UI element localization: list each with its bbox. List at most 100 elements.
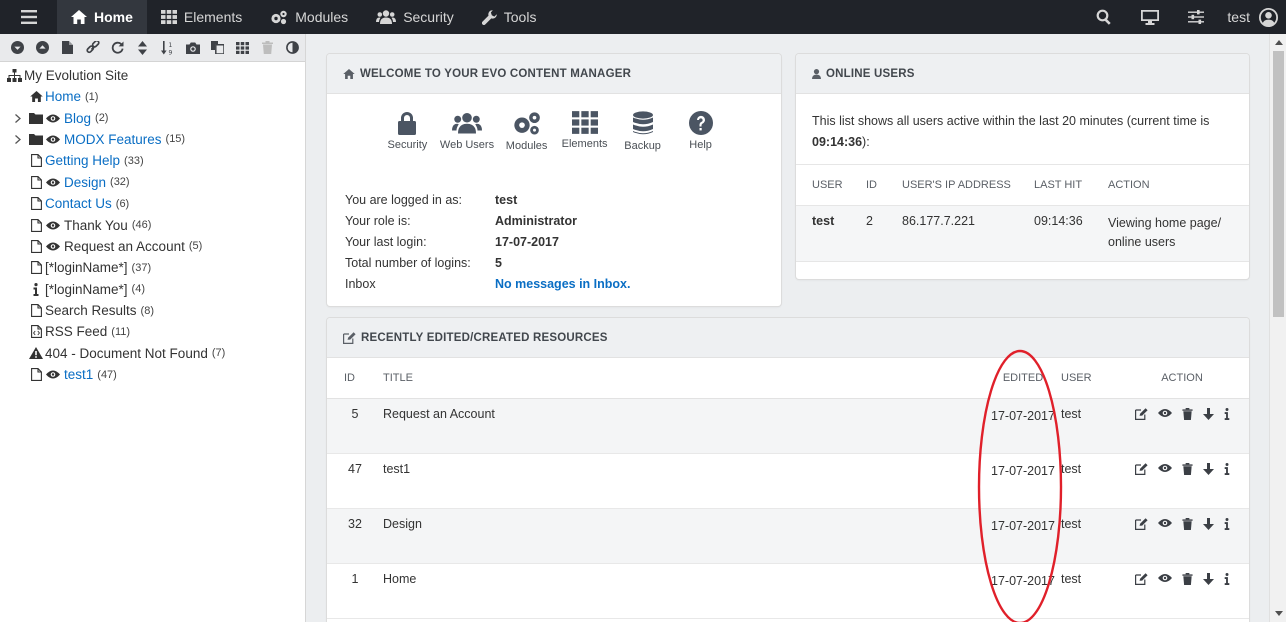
users-icon xyxy=(376,10,397,24)
menu-toggle-button[interactable] xyxy=(0,0,57,34)
collapse-tree-button[interactable] xyxy=(30,38,55,58)
arrow-down-icon[interactable] xyxy=(1202,518,1214,530)
eye-icon[interactable] xyxy=(1157,463,1172,473)
tree-node-test1[interactable]: test1 (47) xyxy=(0,364,305,385)
scroll-up-button[interactable] xyxy=(1270,34,1286,51)
nav-security[interactable]: Security xyxy=(362,0,468,34)
info-row-logged-in: You are logged in as: test xyxy=(345,189,781,210)
arrow-down-icon[interactable] xyxy=(1202,408,1214,420)
file-icon xyxy=(30,304,42,318)
edit-icon[interactable] xyxy=(1134,573,1148,585)
sort-order-button[interactable]: 19 xyxy=(155,38,180,58)
info-icon[interactable] xyxy=(1224,573,1230,585)
info-icon[interactable] xyxy=(1224,463,1230,475)
preview-site-button[interactable] xyxy=(1127,0,1173,34)
tree-node-thank-you[interactable]: Thank You (46) xyxy=(0,214,305,235)
empty-trash-button[interactable] xyxy=(255,38,280,58)
tree-node-login-name-info[interactable]: [*loginName*] (4) xyxy=(0,279,305,300)
new-resource-button[interactable] xyxy=(55,38,80,58)
info-row-last-login: Your last login: 17-07-2017 xyxy=(345,231,781,252)
trash-icon[interactable] xyxy=(1181,573,1193,585)
file-manager-button[interactable] xyxy=(205,38,230,58)
tree-node-search-results[interactable]: Search Results (8) xyxy=(0,300,305,321)
quick-help[interactable]: Help xyxy=(672,111,730,159)
online-user-name: test xyxy=(812,214,835,228)
eye-icon[interactable] xyxy=(1157,408,1172,418)
inbox-link[interactable]: No messages in Inbox. xyxy=(495,277,630,291)
page-scrollbar[interactable] xyxy=(1269,34,1286,622)
row-title[interactable]: Home xyxy=(377,572,991,618)
elements-button[interactable] xyxy=(230,38,255,58)
nav-security-label: Security xyxy=(403,9,454,25)
welcome-card: WELCOME TO YOUR EVO CONTENT MANAGER Secu… xyxy=(327,54,781,306)
col-last-hit: LAST HIT xyxy=(1034,179,1083,191)
expand-node-toggle[interactable] xyxy=(10,110,26,126)
tree-node-404[interactable]: 404 - Document Not Found (7) xyxy=(0,343,305,364)
sliders-icon xyxy=(1188,10,1205,24)
row-edited: 17-07-2017 xyxy=(991,574,1055,588)
login-info: You are logged in as: test Your role is: A… xyxy=(345,189,781,294)
tree-node-modx-features[interactable]: MODX Features (15) xyxy=(0,129,305,150)
info-row-inbox: Inbox No messages in Inbox. xyxy=(345,273,781,294)
trash-icon[interactable] xyxy=(1181,463,1193,475)
sort-tree-button[interactable] xyxy=(130,38,155,58)
tree-node-count: (33) xyxy=(124,154,144,167)
trash-icon[interactable] xyxy=(1181,518,1193,530)
tree-node-request-account[interactable]: Request an Account (5) xyxy=(0,236,305,257)
row-title[interactable]: Request an Account xyxy=(377,407,991,453)
edit-icon[interactable] xyxy=(1134,518,1148,530)
tree-node-contact-us[interactable]: Contact Us (6) xyxy=(0,193,305,214)
theme-toggle-button[interactable] xyxy=(280,38,305,58)
nav-elements[interactable]: Elements xyxy=(147,0,256,34)
info-value: Administrator xyxy=(495,213,577,228)
quick-security[interactable]: Security xyxy=(378,111,436,159)
tree-node-label: MODX Features xyxy=(64,131,162,147)
online-intro: This list shows all users active within … xyxy=(812,114,1210,128)
info-row-logins: Total number of logins: 5 xyxy=(345,252,781,273)
row-title[interactable]: test1 xyxy=(377,462,991,508)
quick-web-users[interactable]: Web Users xyxy=(436,111,497,159)
arrow-down-icon[interactable] xyxy=(1202,463,1214,475)
scrollbar-thumb[interactable] xyxy=(1273,51,1284,317)
contrast-icon xyxy=(286,41,299,54)
online-user-last-hit: 09:14:36 xyxy=(1034,214,1083,228)
tree-node-getting-help[interactable]: Getting Help (33) xyxy=(0,150,305,171)
expand-node-toggle[interactable] xyxy=(10,131,26,147)
tree-root[interactable]: My Evolution Site xyxy=(0,65,305,86)
media-manager-button[interactable] xyxy=(180,38,205,58)
eye-icon[interactable] xyxy=(1157,573,1172,583)
tree-node-home[interactable]: Home (1) xyxy=(0,86,305,107)
edit-icon[interactable] xyxy=(1134,463,1148,475)
info-icon[interactable] xyxy=(1224,518,1230,530)
table-row: 47 test1 17-07-2017 test xyxy=(327,454,1249,509)
tree-node-blog[interactable]: Blog (2) xyxy=(0,107,305,128)
nav-modules[interactable]: Modules xyxy=(256,0,362,34)
edit-icon[interactable] xyxy=(1134,408,1148,420)
new-weblink-button[interactable] xyxy=(80,38,105,58)
row-edited: 17-07-2017 xyxy=(991,519,1055,533)
tree-node-rss-feed[interactable]: RSS Feed (11) xyxy=(0,321,305,342)
tree-node-login-name[interactable]: [*loginName*] (37) xyxy=(0,257,305,278)
settings-button[interactable] xyxy=(1173,0,1219,34)
grid-icon xyxy=(160,10,177,24)
arrow-circle-up-icon xyxy=(36,41,49,54)
trash-icon[interactable] xyxy=(1181,408,1193,420)
nav-tools[interactable]: Tools xyxy=(468,0,551,34)
quick-modules[interactable]: Modules xyxy=(498,111,556,159)
online-user-id: 2 xyxy=(866,214,873,228)
refresh-tree-button[interactable] xyxy=(105,38,130,58)
scroll-down-button[interactable] xyxy=(1270,605,1286,622)
row-title[interactable]: Design xyxy=(377,517,991,563)
eye-icon[interactable] xyxy=(1157,518,1172,528)
user-menu[interactable]: test xyxy=(1219,0,1286,34)
arrow-down-icon[interactable] xyxy=(1202,573,1214,585)
quick-elements[interactable]: Elements xyxy=(556,111,614,159)
search-button[interactable] xyxy=(1081,0,1127,34)
topbar-right-group: test xyxy=(1081,0,1286,34)
nav-home[interactable]: Home xyxy=(57,0,147,34)
quick-backup[interactable]: Backup xyxy=(614,111,672,159)
info-icon[interactable] xyxy=(1224,408,1230,420)
tree-node-design[interactable]: Design (32) xyxy=(0,172,305,193)
expand-tree-button[interactable] xyxy=(5,38,30,58)
tree-node-count: (37) xyxy=(131,261,152,274)
